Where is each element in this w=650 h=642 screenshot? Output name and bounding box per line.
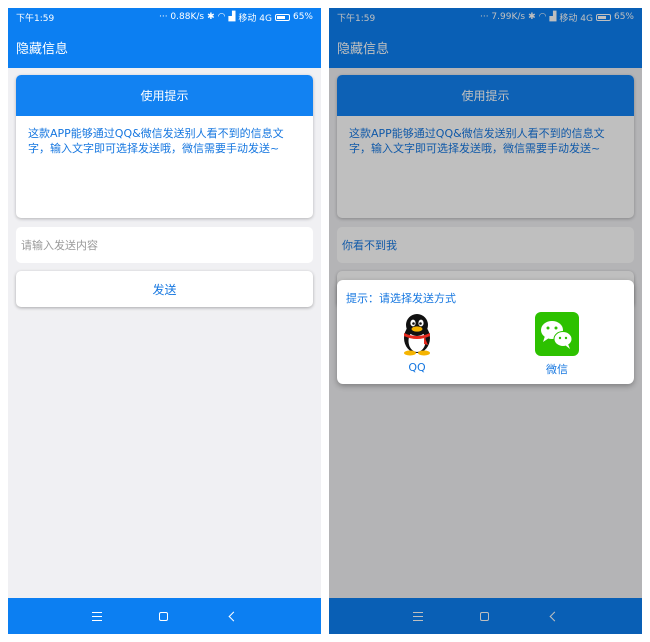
signal-icon: ▟ xyxy=(228,12,236,22)
usage-tip-card: 使用提示 这款APP能够通过QQ&微信发送别人看不到的信息文字，输入文字即可选择… xyxy=(16,75,313,218)
system-nav-bar xyxy=(8,598,321,634)
app-bar: 隐藏信息 xyxy=(8,26,321,68)
share-wechat-option[interactable]: 微信 xyxy=(527,312,587,377)
home-icon[interactable] xyxy=(158,610,170,622)
status-network-speed: ··· 0.88K/s xyxy=(158,12,205,22)
phone-screen-main: 下午1:59 ··· 0.88K/s ✱ ◠ ▟ 移动 4G 65% 隐藏信息 … xyxy=(8,8,321,634)
send-button[interactable]: 发送 xyxy=(16,271,313,307)
main-content: 使用提示 这款APP能够通过QQ&微信发送别人看不到的信息文字，输入文字即可选择… xyxy=(8,68,321,598)
share-qq-option[interactable]: QQ xyxy=(387,312,447,374)
phone-screen-share-dialog: 下午1:59 ··· 7.99K/s ✱ ◠ ▟ 移动 4G 65% 隐藏信息 … xyxy=(329,8,642,634)
qq-penguin-icon xyxy=(395,312,439,356)
status-time: 下午1:59 xyxy=(16,13,55,24)
send-method-dialog: 提示：请选择发送方式 QQ 微信 xyxy=(337,280,634,384)
menu-icon[interactable] xyxy=(91,611,102,621)
bluetooth-icon: ✱ xyxy=(207,12,215,22)
message-input-placeholder: 请输入发送内容 xyxy=(21,239,98,252)
status-bar: 下午1:59 ··· 0.88K/s ✱ ◠ ▟ 移动 4G 65% xyxy=(8,8,321,26)
wechat-icon xyxy=(535,312,579,356)
message-input[interactable]: 请输入发送内容 xyxy=(16,227,313,263)
share-qq-label: QQ xyxy=(408,361,426,374)
back-icon[interactable] xyxy=(226,610,238,622)
usage-tip-title: 使用提示 xyxy=(16,75,313,116)
share-wechat-label: 微信 xyxy=(546,363,568,376)
page-title: 隐藏信息 xyxy=(16,41,69,57)
wifi-icon: ◠ xyxy=(217,12,226,22)
battery-icon xyxy=(274,13,290,21)
usage-tip-text: 这款APP能够通过QQ&微信发送别人看不到的信息文字，输入文字即可选择发送哦，微… xyxy=(28,127,284,155)
status-battery: 65% xyxy=(292,12,313,22)
status-carrier: 移动 4G xyxy=(238,13,272,24)
dialog-title: 提示：请选择发送方式 xyxy=(346,292,456,305)
